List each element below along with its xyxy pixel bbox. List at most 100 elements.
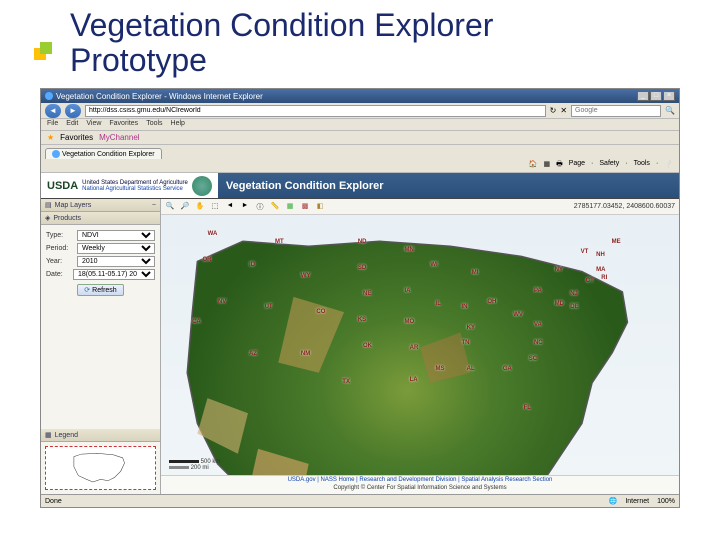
feeds-icon[interactable]: ▦ — [543, 160, 550, 171]
tab-title: Vegetation Condition Explorer — [62, 151, 155, 158]
zoom-level[interactable]: 100% — [657, 498, 675, 505]
state-label-VA: VA — [534, 322, 542, 328]
url-input[interactable] — [85, 105, 546, 117]
close-button[interactable]: × — [663, 91, 675, 101]
refresh-arrows-icon: ⟳ — [84, 286, 90, 294]
next-extent-icon[interactable]: ► — [240, 202, 250, 212]
date-label: Date: — [46, 271, 70, 278]
state-label-MS: MS — [436, 366, 445, 372]
stop-icon[interactable]: ✕ — [560, 106, 567, 115]
favorites-bar: ★ Favorites MyChannel — [41, 131, 679, 145]
menu-view[interactable]: View — [86, 120, 101, 129]
state-label-NE: NE — [363, 291, 371, 297]
state-label-NH: NH — [596, 252, 605, 258]
menu-favorites[interactable]: Favorites — [109, 120, 138, 129]
state-label-LA: LA — [410, 377, 418, 383]
state-label-NV: NV — [218, 299, 226, 305]
legend-panel-header[interactable]: ▦ Legend — [41, 429, 160, 442]
page-menu[interactable]: Page — [569, 160, 585, 171]
refresh-button[interactable]: ⟳ Refresh — [77, 284, 123, 296]
type-select[interactable]: NDVI — [77, 230, 155, 241]
state-label-FL: FL — [524, 405, 531, 411]
state-label-AZ: AZ — [249, 351, 257, 357]
seal-icon — [192, 176, 212, 196]
address-bar: ◄ ► ↻ ✕ 🔍 — [41, 103, 679, 119]
refresh-icon[interactable]: ↻ — [550, 106, 557, 115]
state-label-MO: MO — [404, 319, 414, 325]
state-label-ME: ME — [612, 239, 621, 245]
state-label-CT: CT — [586, 278, 594, 284]
safety-menu[interactable]: Safety — [599, 160, 619, 171]
menu-tools[interactable]: Tools — [146, 120, 162, 129]
copyright-text: Copyright © Center For Spatial Informati… — [161, 485, 679, 494]
state-label-MA: MA — [596, 267, 605, 273]
menu-file[interactable]: File — [47, 120, 58, 129]
chart-icon[interactable]: ▩ — [300, 202, 310, 212]
menu-help[interactable]: Help — [171, 120, 185, 129]
state-label-AR: AR — [410, 345, 419, 351]
state-label-MD: MD — [555, 301, 564, 307]
browser-tab[interactable]: Vegetation Condition Explorer — [45, 148, 162, 159]
back-button[interactable]: ◄ — [45, 104, 61, 118]
map-area: 🔍 🔎 ✋ ⬚ ◄ ► ⓘ 📏 ▦ ▩ ◧ 2785177.03452, 240… — [161, 199, 679, 494]
menu-edit[interactable]: Edit — [66, 120, 78, 129]
help-icon[interactable]: ❔ — [664, 160, 673, 171]
favorites-label[interactable]: Favorites — [60, 133, 93, 142]
date-select[interactable]: 18(05.11-05.17) 20 — [73, 269, 155, 280]
state-label-GA: GA — [503, 366, 512, 372]
slide-title: Vegetation Condition Explorer Prototype — [0, 0, 720, 82]
usda-text2: National Agricultural Statistics Service — [82, 186, 188, 192]
mychannel-link[interactable]: MyChannel — [99, 133, 139, 142]
state-label-NJ: NJ — [570, 291, 578, 297]
zoomin-icon[interactable]: 🔍 — [165, 202, 175, 212]
state-label-WY: WY — [301, 273, 311, 279]
window-title: Vegetation Condition Explorer - Windows … — [56, 92, 263, 101]
state-label-WI: WI — [430, 262, 437, 268]
state-label-MT: MT — [275, 239, 284, 245]
year-select[interactable]: 2010 — [77, 256, 155, 267]
title-line1: Vegetation Condition Explorer — [70, 8, 720, 43]
map-canvas[interactable]: WAMTNDMNORIDWYSDWIMINYVTNHMEMACTRINVUTCO… — [161, 215, 679, 475]
tools-menu[interactable]: Tools — [634, 160, 650, 171]
state-label-SC: SC — [529, 356, 537, 362]
map-toolbar: 🔍 🔎 ✋ ⬚ ◄ ► ⓘ 📏 ▦ ▩ ◧ 2785177.03452, 240… — [161, 199, 679, 215]
footer-links[interactable]: USDA.gov | NASS Home | Research and Deve… — [161, 475, 679, 485]
coordinate-readout: 2785177.03452, 2408600.60037 — [574, 203, 675, 210]
products-icon: ◈ — [45, 214, 50, 222]
home-icon[interactable]: 🏠 — [529, 160, 538, 171]
search-input[interactable] — [571, 105, 661, 117]
state-label-KY: KY — [467, 325, 475, 331]
app-title: Vegetation Condition Explorer — [218, 180, 384, 192]
layer-tool-icon[interactable]: ▦ — [285, 202, 295, 212]
collapse-icon[interactable]: − — [152, 202, 156, 209]
minimize-button[interactable]: _ — [637, 91, 649, 101]
state-label-TN: TN — [461, 340, 469, 346]
extent-icon[interactable]: ⬚ — [210, 202, 220, 212]
usda-logo: USDA — [47, 180, 78, 192]
maximize-button[interactable]: □ — [650, 91, 662, 101]
star-icon[interactable]: ★ — [47, 133, 54, 142]
usda-branding: USDA United States Department of Agricul… — [41, 173, 218, 198]
command-bar: 🏠 ▦ 🖶 Page· Safety· Tools· ❔ — [41, 159, 679, 173]
products-panel-body: Type:NDVI Period:Weekly Year:2010 Date:1… — [41, 225, 160, 303]
pan-icon[interactable]: ✋ — [195, 202, 205, 212]
state-label-IA: IA — [404, 288, 410, 294]
internet-zone-icon: 🌐 — [609, 497, 618, 505]
tab-strip: Vegetation Condition Explorer — [41, 145, 679, 159]
zoomout-icon[interactable]: 🔎 — [180, 202, 190, 212]
measure-icon[interactable]: 📏 — [270, 202, 280, 212]
prev-extent-icon[interactable]: ◄ — [225, 202, 235, 212]
period-select[interactable]: Weekly — [77, 243, 155, 254]
state-label-PA: PA — [534, 288, 542, 294]
export-icon[interactable]: ◧ — [315, 202, 325, 212]
print-icon[interactable]: 🖶 — [556, 160, 563, 171]
forward-button[interactable]: ► — [65, 104, 81, 118]
identify-icon[interactable]: ⓘ — [255, 202, 265, 212]
state-label-OK: OK — [363, 343, 372, 349]
us-map-svg — [167, 221, 673, 475]
state-label-NM: NM — [301, 351, 310, 357]
maplayers-panel-header[interactable]: ▤ Map Layers − — [41, 199, 160, 212]
search-icon[interactable]: 🔍 — [665, 106, 675, 115]
products-panel-header[interactable]: ◈ Products — [41, 212, 160, 225]
state-label-CA: CA — [192, 319, 201, 325]
